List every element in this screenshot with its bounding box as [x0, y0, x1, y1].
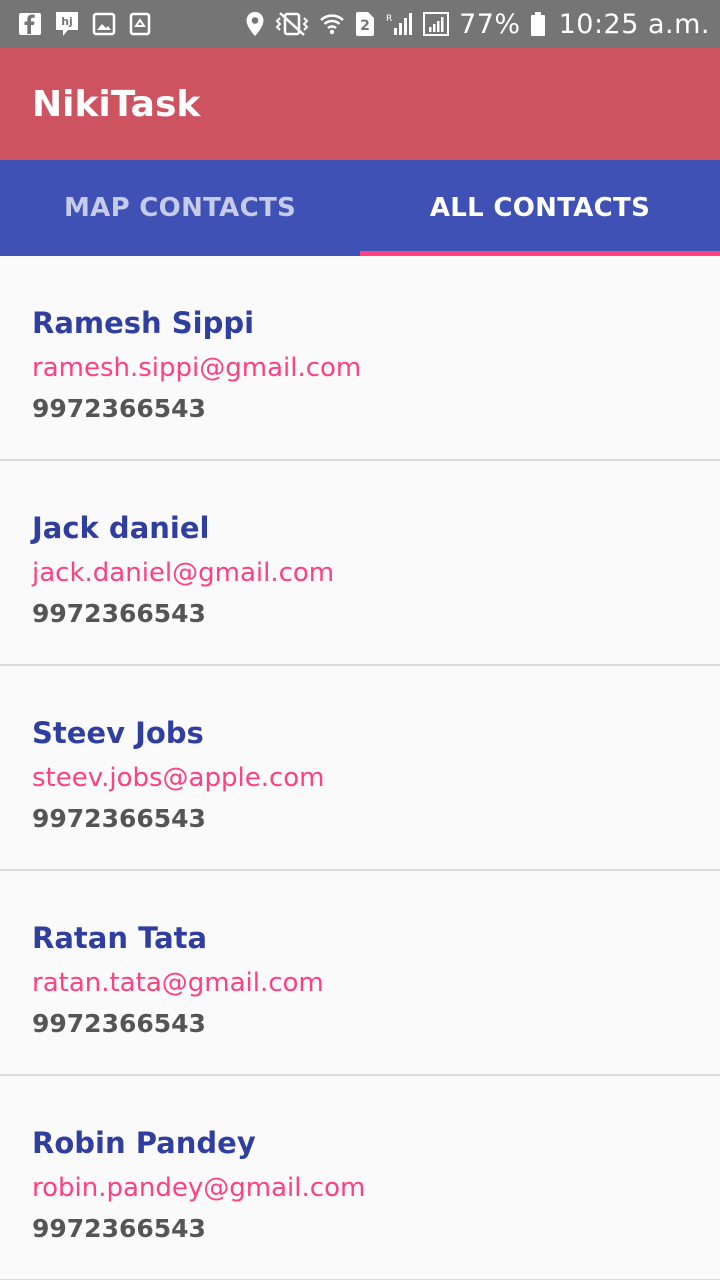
contact-phone: 9972366543	[32, 599, 206, 628]
list-item[interactable]: Jack daniel jack.daniel@gmail.com 997236…	[0, 461, 720, 666]
contact-email: jack.daniel@gmail.com	[32, 558, 335, 588]
vibrate-icon	[274, 10, 310, 38]
contact-email: ratan.tata@gmail.com	[32, 968, 324, 998]
contact-name: Jack daniel	[32, 511, 210, 545]
recycle-icon	[128, 10, 152, 38]
signal-roaming-icon: R	[385, 10, 413, 38]
svg-text:R: R	[386, 14, 392, 24]
notification-icons: hj	[18, 10, 152, 38]
contact-email: steev.jobs@apple.com	[32, 763, 325, 793]
contact-phone: 9972366543	[32, 1214, 206, 1243]
location-icon	[245, 10, 265, 38]
app-title: NikiTask	[32, 83, 201, 125]
contact-name: Robin Pandey	[32, 1126, 256, 1160]
facebook-icon	[18, 10, 42, 38]
tab-map-contacts[interactable]: MAP CONTACTS	[0, 160, 360, 256]
list-item[interactable]: Ratan Tata ratan.tata@gmail.com 99723665…	[0, 871, 720, 1076]
battery-percent: 77%	[459, 8, 521, 40]
contact-name: Ratan Tata	[32, 921, 208, 955]
image-icon	[92, 10, 116, 38]
contact-name: Steev Jobs	[32, 716, 204, 750]
contact-email: robin.pandey@gmail.com	[32, 1173, 366, 1203]
contact-list: Ramesh Sippi ramesh.sippi@gmail.com 9972…	[0, 256, 720, 1280]
tab-bar: MAP CONTACTS ALL CONTACTS	[0, 160, 720, 256]
contact-phone: 9972366543	[32, 394, 206, 423]
svg-text:2: 2	[360, 18, 370, 34]
tab-label: MAP CONTACTS	[63, 193, 297, 223]
system-icons: 2 R 77% 10:25 a.m.	[245, 9, 710, 40]
app-bar: NikiTask	[0, 48, 720, 160]
tab-all-contacts[interactable]: ALL CONTACTS	[360, 160, 720, 256]
status-bar: hj 2 R 77% 10:25 a.m.	[0, 0, 720, 48]
list-item[interactable]: Ramesh Sippi ramesh.sippi@gmail.com 9972…	[0, 256, 720, 461]
svg-text:hj: hj	[61, 15, 73, 28]
clock: 10:25 a.m.	[558, 8, 710, 40]
contact-email: ramesh.sippi@gmail.com	[32, 353, 362, 383]
list-item[interactable]: Steev Jobs steev.jobs@apple.com 99723665…	[0, 666, 720, 871]
sim2-icon: 2	[354, 10, 376, 38]
signal-icon	[422, 10, 450, 38]
contact-name: Ramesh Sippi	[32, 306, 255, 340]
list-item[interactable]: Robin Pandey robin.pandey@gmail.com 9972…	[0, 1076, 720, 1280]
wifi-icon	[319, 10, 345, 38]
tab-label: ALL CONTACTS	[429, 193, 651, 223]
contact-phone: 9972366543	[32, 1009, 206, 1038]
battery-icon	[530, 10, 546, 38]
contact-phone: 9972366543	[32, 804, 206, 833]
hj-icon: hj	[54, 10, 80, 38]
